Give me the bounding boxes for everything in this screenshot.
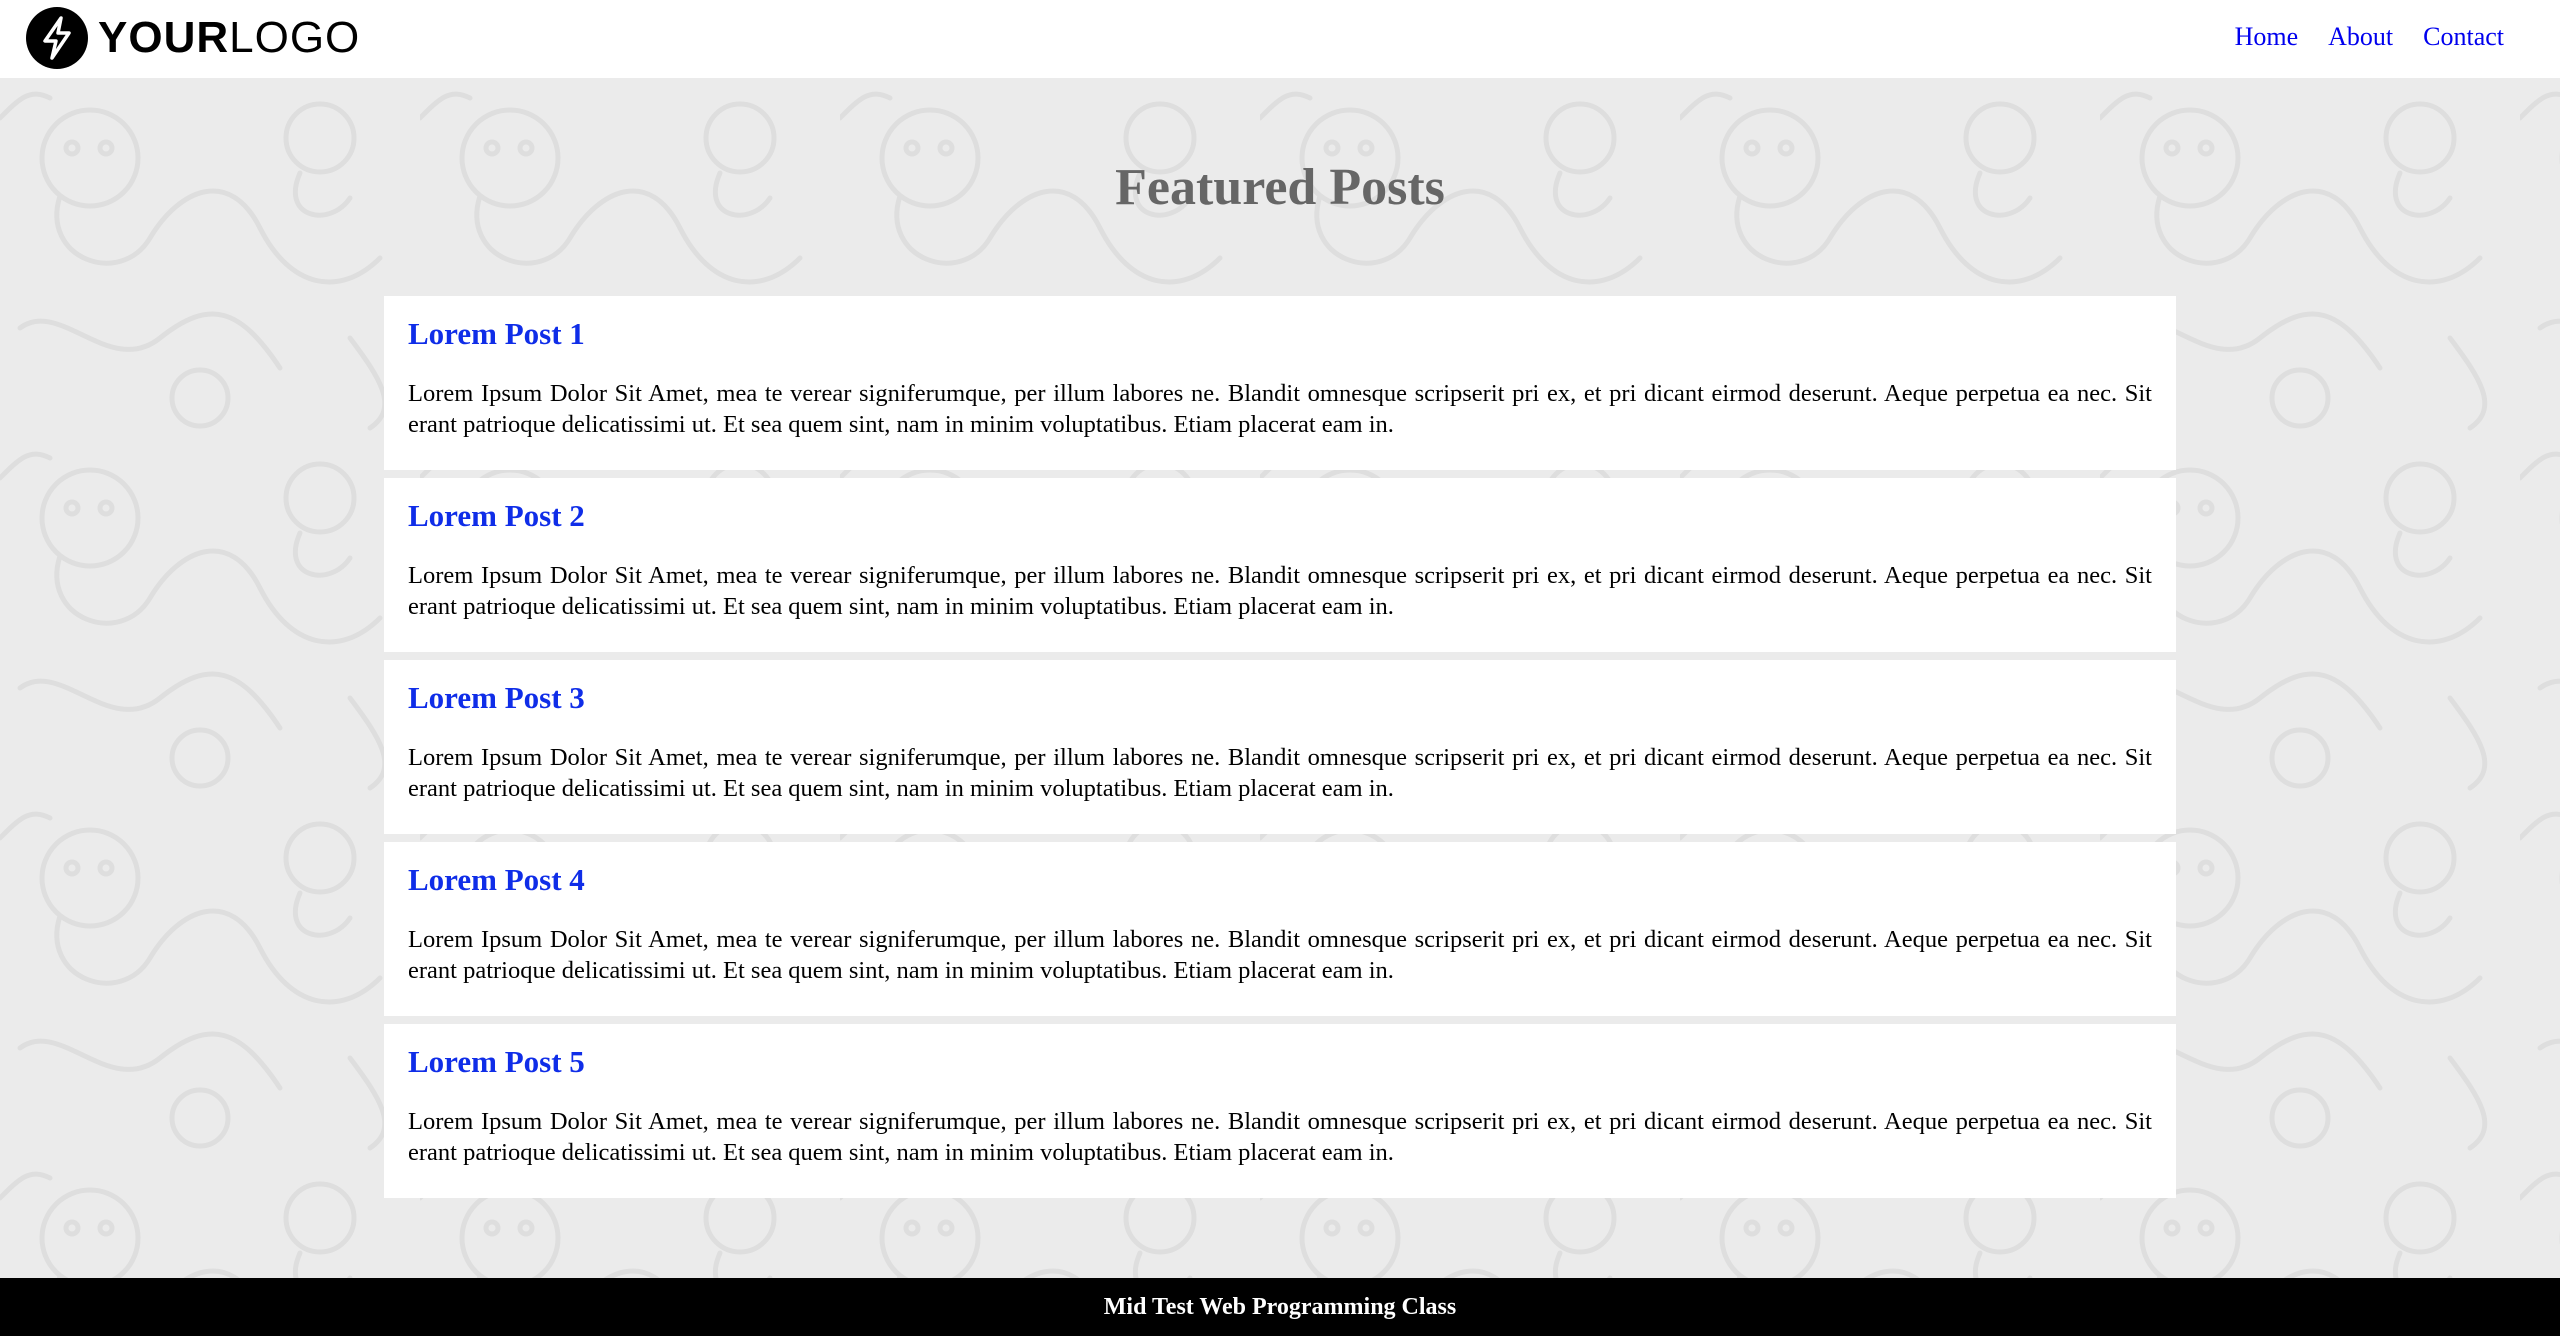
post-body: Lorem Ipsum Dolor Sit Amet, mea te verea… <box>408 744 2152 803</box>
post-body: Lorem Ipsum Dolor Sit Amet, mea te verea… <box>408 380 2152 439</box>
post-title[interactable]: Lorem Post 2 <box>408 496 2152 536</box>
logo-wordmark: YOURLOGO <box>98 16 360 60</box>
logo-text-thin: LOGO <box>229 13 361 62</box>
nav-link-contact[interactable]: Contact <box>2423 22 2504 52</box>
post-body: Lorem Ipsum Dolor Sit Amet, mea te verea… <box>408 926 2152 985</box>
post-card: Lorem Post 5 Lorem Ipsum Dolor Sit Amet,… <box>384 1024 2176 1198</box>
post-title[interactable]: Lorem Post 3 <box>408 678 2152 718</box>
site-logo[interactable]: YOURLOGO <box>26 6 360 70</box>
post-card: Lorem Post 1 Lorem Ipsum Dolor Sit Amet,… <box>384 296 2176 470</box>
post-body: Lorem Ipsum Dolor Sit Amet, mea te verea… <box>408 562 2152 621</box>
lightning-bolt-icon <box>26 7 88 69</box>
post-list: Lorem Post 1 Lorem Ipsum Dolor Sit Amet,… <box>384 296 2176 1206</box>
post-title[interactable]: Lorem Post 1 <box>408 314 2152 354</box>
post-body: Lorem Ipsum Dolor Sit Amet, mea te verea… <box>408 1108 2152 1167</box>
site-header: YOURLOGO Home About Contact <box>0 0 2560 78</box>
logo-text-bold: YOUR <box>98 13 230 62</box>
nav-link-about[interactable]: About <box>2328 22 2393 52</box>
nav-link-home[interactable]: Home <box>2235 22 2299 52</box>
post-card: Lorem Post 4 Lorem Ipsum Dolor Sit Amet,… <box>384 842 2176 1016</box>
footer-text: Mid Test Web Programming Class <box>1103 1293 1457 1320</box>
main-nav: Home About Contact <box>2235 22 2504 52</box>
post-card: Lorem Post 3 Lorem Ipsum Dolor Sit Amet,… <box>384 660 2176 834</box>
post-title[interactable]: Lorem Post 5 <box>408 1042 2152 1082</box>
post-title[interactable]: Lorem Post 4 <box>408 860 2152 900</box>
post-card: Lorem Post 2 Lorem Ipsum Dolor Sit Amet,… <box>384 478 2176 652</box>
site-footer: Mid Test Web Programming Class <box>0 1278 2560 1336</box>
page-title: Featured Posts <box>1115 159 1445 216</box>
